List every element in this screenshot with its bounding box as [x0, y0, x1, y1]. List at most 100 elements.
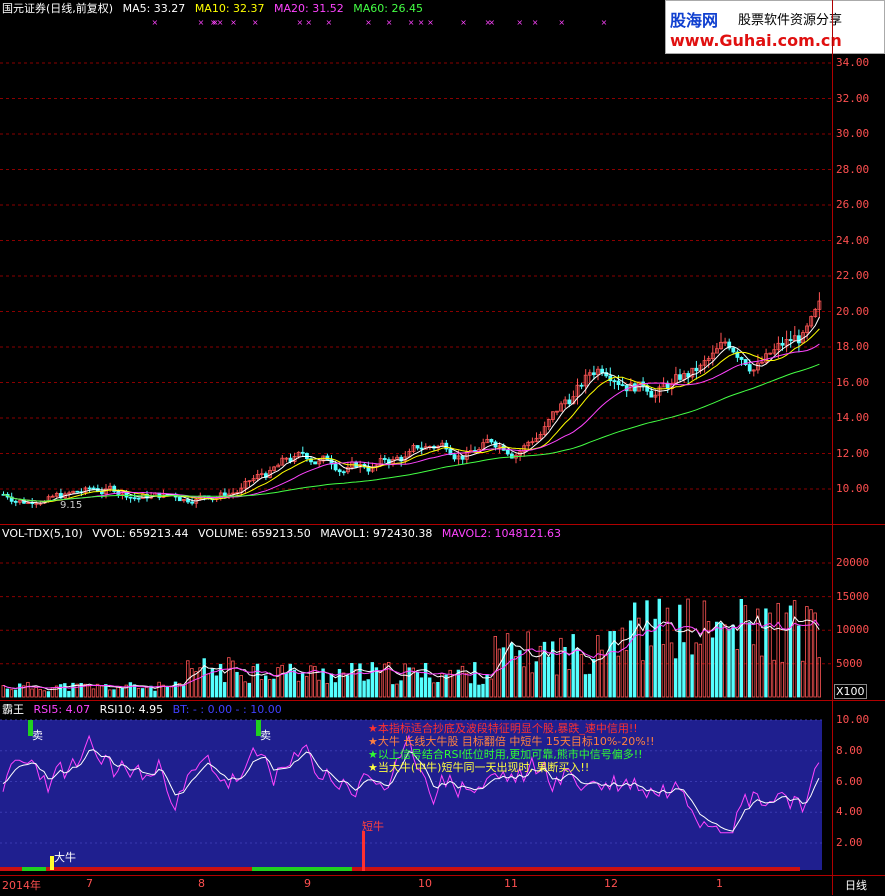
signal-marker: × — [252, 18, 259, 27]
volume-bar — [571, 634, 575, 698]
signal-marker: × — [212, 18, 219, 27]
volume-bar — [792, 600, 797, 698]
candle-body — [337, 469, 342, 473]
volume-bar — [120, 687, 124, 698]
volume-bar — [419, 677, 424, 698]
volume-bar — [756, 608, 760, 698]
volume-bar — [181, 685, 186, 698]
axis-tick-label: 24.00 — [836, 233, 870, 247]
volume-bar — [604, 654, 608, 698]
axis-tick-label: 10000 — [836, 623, 870, 637]
volume-bar — [477, 684, 481, 698]
volume-bar — [255, 663, 260, 698]
volume-bar — [538, 645, 543, 698]
volume-bar — [534, 661, 538, 698]
axis-tick-label: 10.00 — [836, 482, 870, 495]
candle-body — [797, 335, 801, 344]
vvol-value: VVOL: 659213.44 — [92, 527, 189, 540]
stock-title: 国元证券(日线,前复权) — [2, 2, 114, 15]
volume-bar — [63, 683, 67, 698]
indicator-pane[interactable]: 霸王 RSI5: 4.07 RSI10: 4.95 BT: - : 0.00 -… — [0, 701, 832, 875]
volume-chart[interactable] — [0, 525, 832, 700]
volume-bar — [239, 675, 243, 698]
axis-tick-label: 2.00 — [836, 836, 863, 849]
volume-bar — [17, 683, 22, 698]
volume-bar — [432, 682, 436, 698]
note-line-4: ★当大牛(中牛)短牛同一天出现时, 果断买入!! — [368, 761, 590, 774]
volume-bar — [190, 668, 194, 698]
candle-body — [177, 496, 182, 502]
volume-bar — [280, 664, 284, 698]
candle-body — [91, 487, 96, 490]
signal-marker: × — [198, 18, 205, 27]
volume-bar — [620, 627, 625, 698]
candle-body — [788, 339, 793, 342]
volume-bar — [128, 682, 133, 698]
volume-bar — [645, 600, 649, 698]
candle-body — [612, 380, 617, 383]
volume-bar — [395, 683, 399, 698]
x-month-label: 12 — [604, 877, 618, 890]
volume-bar — [661, 644, 666, 698]
volume-bar — [690, 654, 694, 698]
candle-body — [13, 500, 18, 503]
candle-body — [190, 501, 195, 504]
x-month-label: 10 — [418, 877, 432, 890]
axis-tick-label: 5000 — [836, 656, 863, 670]
volume-bar — [214, 675, 219, 698]
volume-bar — [42, 690, 46, 698]
rsi5-value: RSI5: 4.07 — [33, 703, 91, 716]
candle-body — [731, 347, 736, 353]
indicator-header: 霸王 RSI5: 4.07 RSI10: 4.95 BT: - : 0.00 -… — [0, 701, 288, 719]
signal-marker: × — [365, 18, 372, 27]
volume-pane[interactable]: VOL-TDX(5,10) VVOL: 659213.44 VOLUME: 65… — [0, 525, 832, 700]
volume-bar — [747, 622, 752, 698]
bull-signal-label: 大牛 — [54, 851, 76, 864]
volume-bar — [423, 662, 428, 698]
volume-bar — [608, 631, 612, 698]
ma10-value: MA10: 32.37 — [194, 2, 265, 15]
volume-bar — [772, 659, 776, 698]
indicator-axis: 10.00 8.00 6.00 4.00 2.00 — [832, 701, 885, 875]
volume-bar — [317, 679, 321, 698]
volume-bar — [809, 609, 813, 698]
candlestick-chart[interactable]: × × ×× ××× ××× × ×× × × ××× ×××× — [0, 0, 832, 524]
volume-bar — [210, 668, 215, 698]
x-month-label: 8 — [198, 877, 205, 890]
axis-tick-label: 22.00 — [836, 269, 870, 282]
period-label[interactable]: 日线 — [845, 877, 867, 893]
axis-tick-label: 34.00 — [836, 56, 870, 69]
candle-body — [300, 451, 305, 454]
volume-bar — [296, 680, 301, 698]
volume-bar — [13, 689, 18, 698]
candle-body — [616, 380, 621, 386]
candle-body — [452, 454, 457, 460]
volume-bar — [583, 674, 588, 698]
axis-tick-label: 20000 — [836, 556, 870, 569]
volume-bar — [481, 683, 485, 698]
volume-bar — [624, 650, 629, 698]
volume-bar — [403, 663, 407, 698]
volume-bar — [522, 666, 526, 698]
volume-bar — [768, 612, 772, 698]
volume-bar — [321, 668, 325, 698]
signal-marker: × — [418, 18, 425, 27]
ma5-line — [3, 316, 820, 504]
volume-bar — [723, 624, 727, 698]
volume-bar — [735, 649, 739, 698]
axis-tick-label: 18.00 — [836, 340, 870, 353]
volume-bar — [169, 685, 174, 698]
mavol2-value: MAVOL2: 1048121.63 — [441, 527, 562, 540]
volume-bar — [641, 660, 645, 698]
volume-bar — [329, 673, 333, 698]
volume-bar — [145, 686, 149, 698]
volume-bar — [489, 678, 493, 698]
axis-tick-label: 4.00 — [836, 805, 863, 819]
candle-body — [136, 497, 141, 500]
volume-bar — [702, 600, 707, 698]
price-pane[interactable]: × × × × × × × × × × × × × × × × × × × × × × 国元证券(日线,前复权) MA5:… — [0, 0, 832, 524]
signal-marker: × — [558, 18, 565, 27]
axis-tick-label: 28.00 — [836, 162, 870, 176]
volume-bar — [38, 688, 42, 698]
volume-bar — [235, 671, 239, 698]
